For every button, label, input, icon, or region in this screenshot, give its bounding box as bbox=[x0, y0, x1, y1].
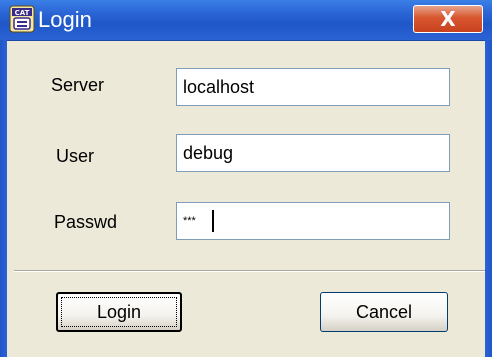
cancel-button-label: Cancel bbox=[355, 301, 413, 322]
password-input[interactable] bbox=[176, 202, 450, 240]
login-button-label: Login bbox=[96, 301, 142, 322]
cancel-button[interactable]: Cancel bbox=[320, 292, 448, 332]
text-caret bbox=[212, 210, 214, 232]
window-frame-right bbox=[485, 40, 492, 357]
user-input[interactable] bbox=[176, 134, 450, 172]
window-title: Login bbox=[38, 7, 92, 32]
user-label: User bbox=[56, 146, 95, 166]
window-frame-left bbox=[0, 40, 7, 357]
close-icon: X bbox=[440, 7, 456, 31]
password-label: Passwd bbox=[54, 212, 118, 232]
separator bbox=[14, 270, 485, 272]
app-icon-text: CAT bbox=[15, 9, 30, 17]
login-dialog: CAT Login X Server User Passwd Login Can… bbox=[0, 0, 492, 357]
server-label: Server bbox=[51, 75, 105, 95]
cat-app-icon: CAT bbox=[9, 5, 35, 33]
server-input[interactable] bbox=[176, 68, 450, 106]
title-bar[interactable]: CAT Login X bbox=[0, 0, 492, 41]
login-button[interactable]: Login bbox=[56, 292, 182, 332]
close-button[interactable]: X bbox=[413, 5, 483, 33]
